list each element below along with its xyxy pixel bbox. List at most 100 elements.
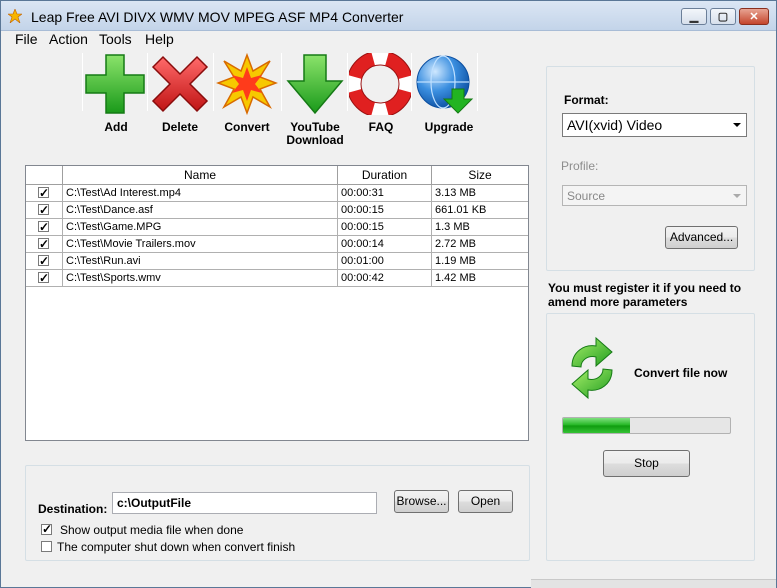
profile-select: Source bbox=[562, 185, 747, 206]
toolbar-separator bbox=[147, 53, 148, 111]
delete-label: Delete bbox=[161, 120, 199, 134]
file-duration: 00:00:14 bbox=[338, 236, 432, 253]
table-row[interactable]: C:\Test\Run.avi 00:01:00 1.19 MB bbox=[26, 253, 528, 270]
row-check-cell bbox=[26, 253, 63, 270]
row-check-cell bbox=[26, 219, 63, 236]
file-list-header: Name Duration Size bbox=[26, 166, 528, 185]
file-size: 1.42 MB bbox=[435, 272, 476, 284]
show-output-label: Show output media file when done bbox=[60, 523, 244, 537]
profile-value: Source bbox=[567, 189, 606, 203]
column-header-size[interactable]: Size bbox=[432, 166, 528, 185]
row-check-cell bbox=[26, 202, 63, 219]
register-note: You must register it if you need to amen… bbox=[548, 281, 742, 309]
toolbar-separator bbox=[82, 53, 83, 111]
convert-icon[interactable] bbox=[216, 53, 278, 115]
delete-icon[interactable] bbox=[149, 53, 211, 115]
chevron-down-icon bbox=[733, 123, 741, 127]
file-list[interactable]: Name Duration Size C:\Test\Ad Interest.m… bbox=[25, 165, 529, 441]
shutdown-checkbox[interactable] bbox=[41, 541, 52, 552]
status-bar bbox=[531, 579, 776, 588]
row-checkbox[interactable] bbox=[38, 202, 49, 218]
add-label: Add bbox=[104, 120, 128, 134]
convert-now-label: Convert file now bbox=[634, 366, 728, 380]
file-name: C:\Test\Game.MPG bbox=[63, 219, 338, 236]
row-checkbox[interactable] bbox=[38, 236, 49, 252]
minimize-icon: ▁ bbox=[689, 11, 699, 23]
format-label: Format: bbox=[564, 93, 609, 107]
file-duration: 00:00:15 bbox=[338, 219, 432, 236]
format-select[interactable]: AVI(xvid) Video bbox=[562, 113, 747, 137]
row-check-cell bbox=[26, 270, 63, 287]
upgrade-globe-icon[interactable] bbox=[414, 53, 476, 115]
maximize-button[interactable]: ▢ bbox=[710, 8, 736, 25]
column-header-check[interactable] bbox=[26, 166, 63, 185]
menu-bar: File Action Tools Help bbox=[1, 31, 776, 48]
minimize-button[interactable]: ▁ bbox=[681, 8, 707, 25]
table-row[interactable]: C:\Test\Dance.asf 00:00:15 661.01 KB bbox=[26, 202, 528, 219]
row-check-cell bbox=[26, 236, 63, 253]
close-button[interactable]: ✕ bbox=[739, 8, 769, 25]
column-header-name[interactable]: Name bbox=[63, 166, 338, 185]
format-value: AVI(xvid) Video bbox=[567, 117, 663, 133]
convert-progress-bar bbox=[562, 417, 731, 434]
show-output-checkbox[interactable] bbox=[41, 522, 52, 536]
toolbar-separator bbox=[213, 53, 214, 111]
faq-lifebuoy-icon[interactable] bbox=[349, 53, 411, 115]
toolbar-separator bbox=[477, 53, 478, 111]
file-name: C:\Test\Dance.asf bbox=[63, 202, 338, 219]
file-size: 2.72 MB bbox=[435, 238, 476, 250]
file-duration: 00:00:15 bbox=[338, 202, 432, 219]
maximize-icon: ▢ bbox=[717, 11, 729, 23]
column-header-duration[interactable]: Duration bbox=[338, 166, 432, 185]
file-duration: 00:01:00 bbox=[338, 253, 432, 270]
file-size: 661.01 KB bbox=[435, 204, 487, 216]
destination-label: Destination: bbox=[38, 502, 108, 516]
file-name: C:\Test\Sports.wmv bbox=[63, 270, 338, 287]
row-checkbox[interactable] bbox=[38, 219, 49, 235]
file-name: C:\Test\Movie Trailers.mov bbox=[63, 236, 338, 253]
row-checkbox[interactable] bbox=[38, 253, 49, 269]
destination-input[interactable]: c:\OutputFile bbox=[112, 492, 377, 514]
window-title: Leap Free AVI DIVX WMV MOV MPEG ASF MP4 … bbox=[31, 9, 404, 25]
browse-button[interactable]: Browse... bbox=[394, 490, 449, 513]
progress-fill bbox=[563, 418, 630, 433]
table-row[interactable]: C:\Test\Game.MPG 00:00:15 1.3 MB bbox=[26, 219, 528, 236]
chevron-down-icon bbox=[733, 193, 741, 198]
toolbar-separator bbox=[281, 53, 282, 111]
youtube-label-line2: Download bbox=[286, 133, 344, 147]
table-row[interactable]: C:\Test\Sports.wmv 00:00:42 1.42 MB bbox=[26, 270, 528, 287]
toolbar-separator bbox=[347, 53, 348, 111]
faq-label: FAQ bbox=[368, 120, 394, 134]
row-checkbox[interactable] bbox=[38, 185, 49, 201]
profile-label: Profile: bbox=[561, 159, 599, 173]
table-row[interactable]: C:\Test\Movie Trailers.mov 00:00:14 2.72… bbox=[26, 236, 528, 253]
row-check-cell bbox=[26, 185, 63, 202]
stop-button[interactable]: Stop bbox=[603, 450, 690, 477]
youtube-download-icon[interactable] bbox=[284, 53, 346, 115]
menu-file[interactable]: File bbox=[15, 31, 38, 47]
menu-action[interactable]: Action bbox=[49, 31, 88, 47]
file-size: 3.13 MB bbox=[435, 187, 476, 199]
main-window: Leap Free AVI DIVX WMV MOV MPEG ASF MP4 … bbox=[0, 0, 777, 588]
menu-tools[interactable]: Tools bbox=[99, 31, 132, 47]
title-bar: Leap Free AVI DIVX WMV MOV MPEG ASF MP4 … bbox=[1, 1, 776, 31]
close-icon: ✕ bbox=[749, 11, 759, 23]
table-row[interactable]: C:\Test\Ad Interest.mp4 00:00:31 3.13 MB bbox=[26, 185, 528, 202]
file-size: 1.19 MB bbox=[435, 255, 476, 267]
open-button[interactable]: Open bbox=[458, 490, 513, 513]
file-size: 1.3 MB bbox=[435, 221, 470, 233]
file-name: C:\Test\Run.avi bbox=[63, 253, 338, 270]
convert-refresh-icon[interactable] bbox=[564, 336, 620, 400]
advanced-button[interactable]: Advanced... bbox=[665, 226, 738, 249]
file-duration: 00:00:42 bbox=[338, 270, 432, 287]
add-icon[interactable] bbox=[84, 53, 146, 115]
menu-help[interactable]: Help bbox=[145, 31, 174, 47]
convert-label: Convert bbox=[224, 120, 270, 134]
toolbar-separator bbox=[411, 53, 412, 111]
file-name: C:\Test\Ad Interest.mp4 bbox=[63, 185, 338, 202]
upgrade-label: Upgrade bbox=[424, 120, 474, 134]
shutdown-label: The computer shut down when convert fini… bbox=[57, 540, 296, 554]
row-checkbox[interactable] bbox=[38, 270, 49, 286]
file-duration: 00:00:31 bbox=[338, 185, 432, 202]
app-icon bbox=[8, 9, 22, 23]
